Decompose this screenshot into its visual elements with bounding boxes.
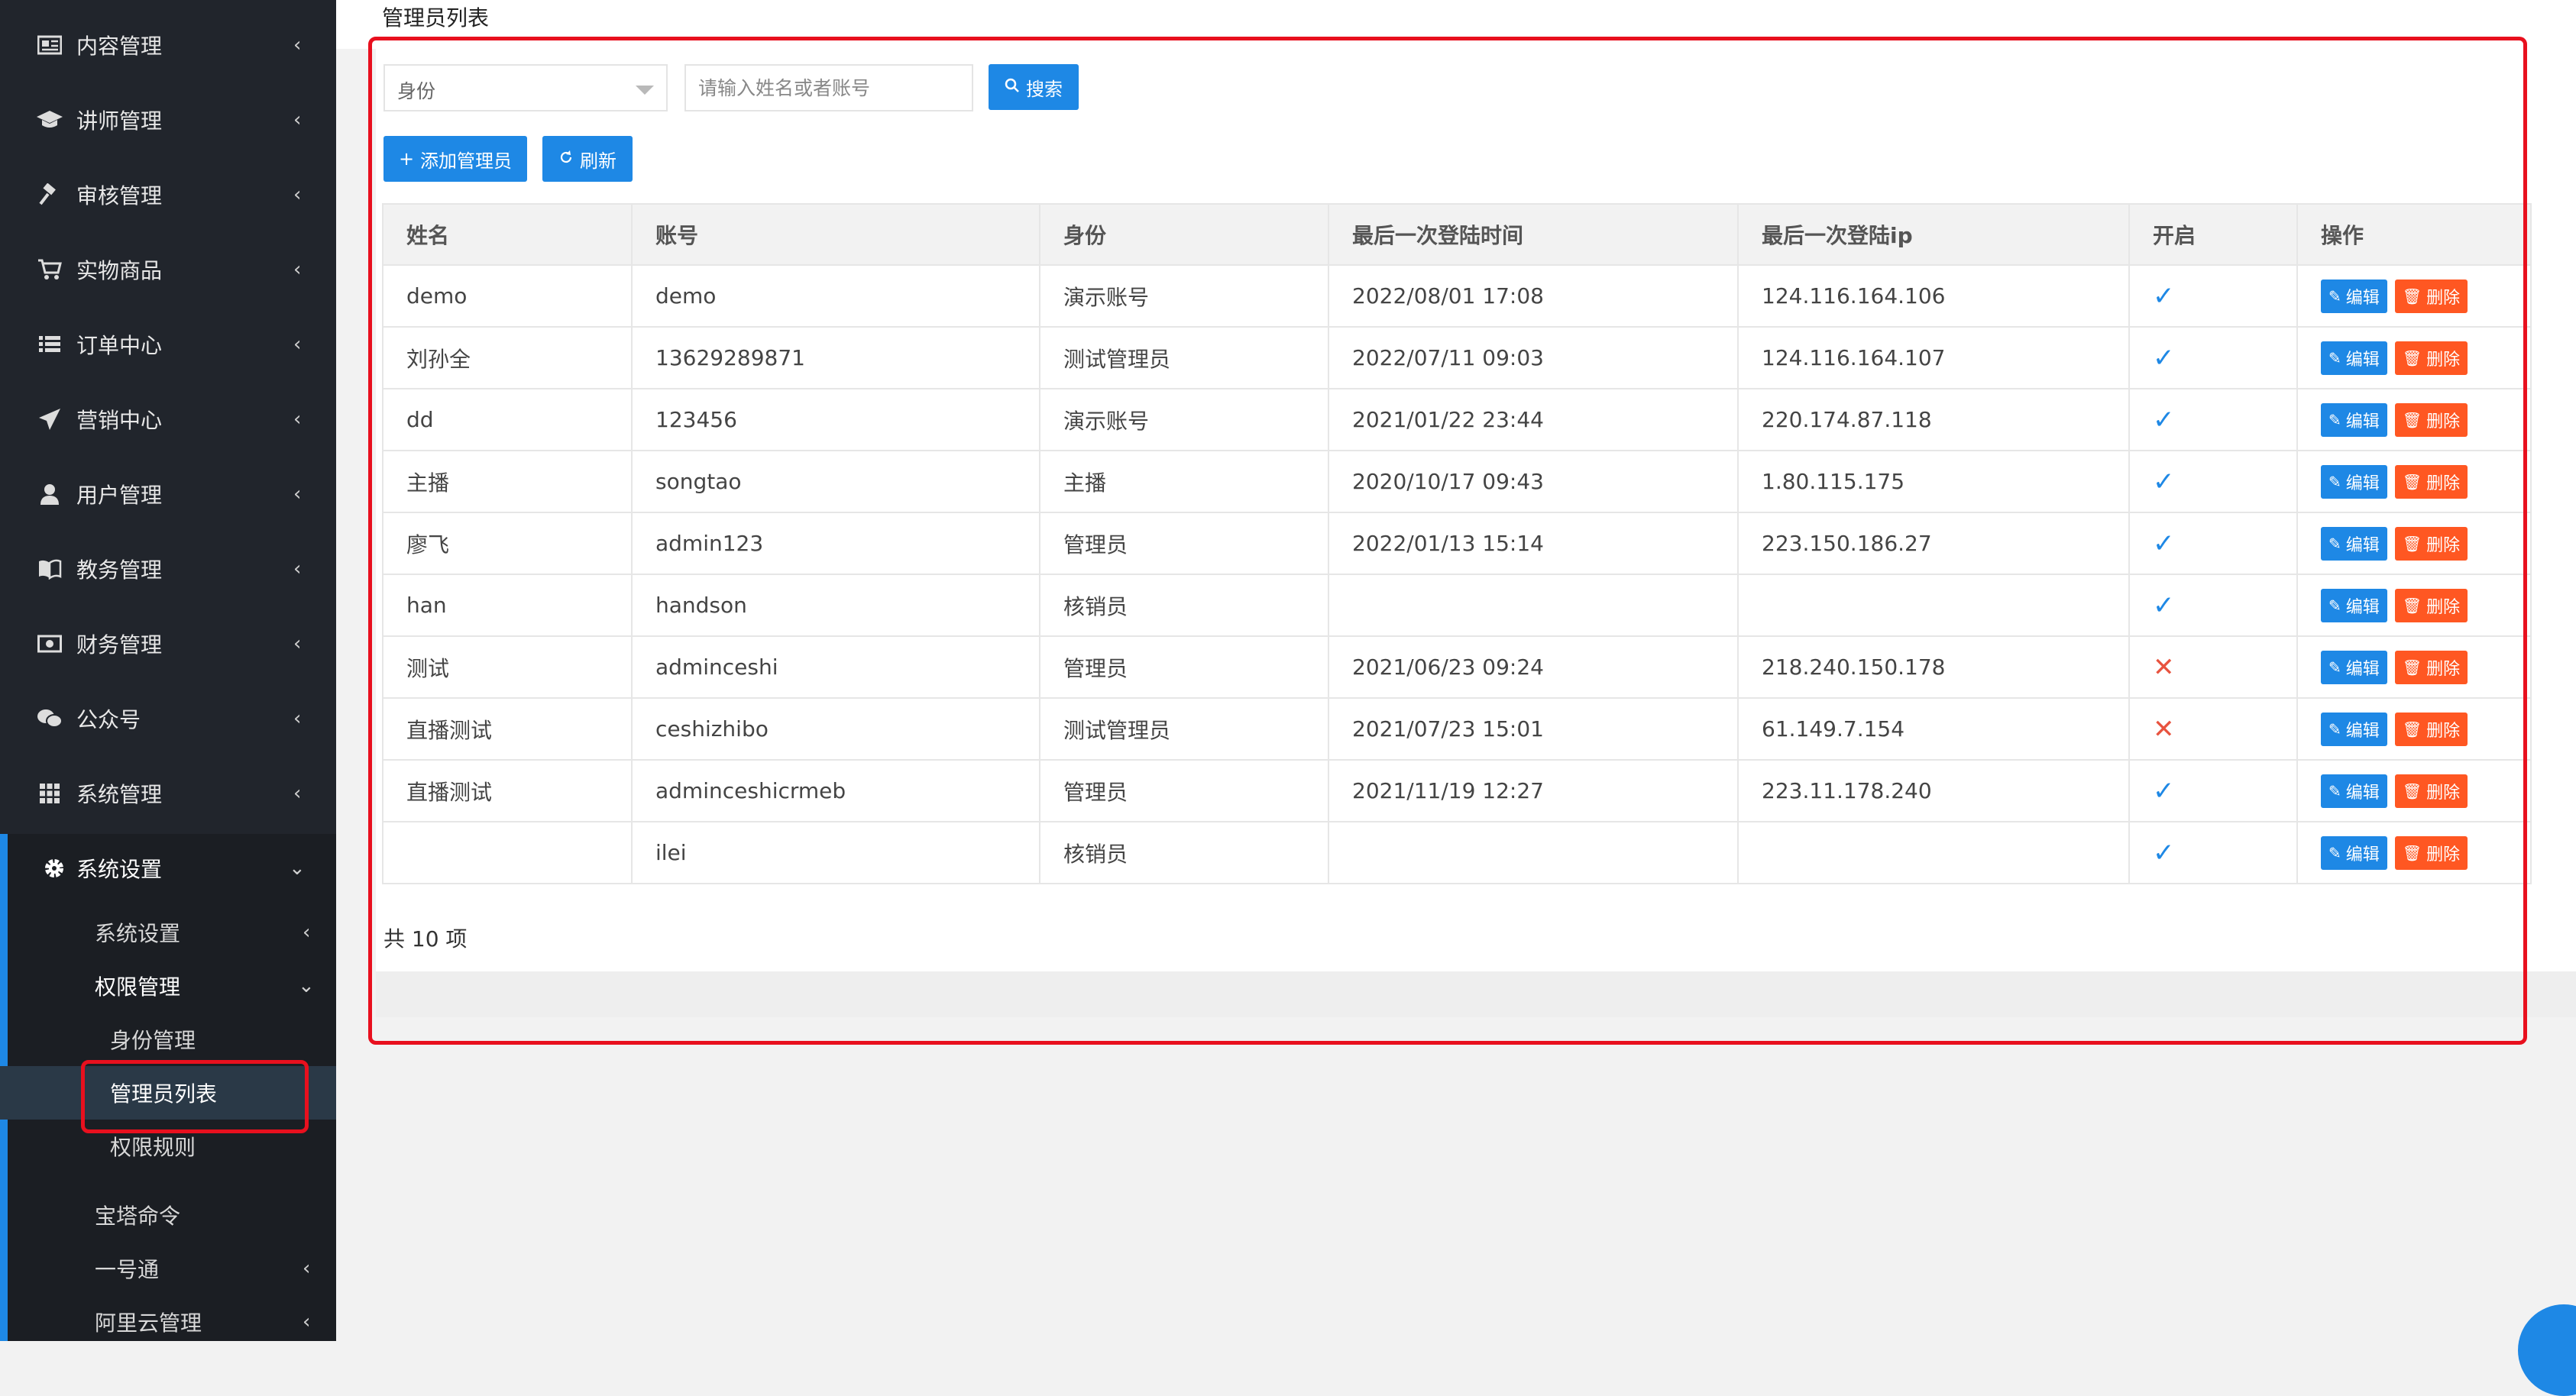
sidebar-item-label: 用户管理 [76,483,163,508]
chevron-left-icon: ‹ [293,557,302,580]
sidebar-item-system[interactable]: 系统管理 ‹ [0,756,336,831]
sidebar-item-marketing[interactable]: 营销中心 ‹ [0,382,336,457]
sidebar-item-content[interactable]: 内容管理 ‹ [0,8,336,82]
chevron-left-icon: ‹ [293,333,302,356]
submenu-label: 系统设置 [95,921,181,946]
send-icon [35,405,64,434]
chevron-left-icon: ‹ [293,108,302,131]
sidebar-item-review[interactable]: 审核管理 ‹ [0,157,336,232]
sidebar: 内容管理 ‹ 讲师管理 ‹ 审核管理 ‹ 实物商品 ‹ 订单中心 ‹ 营销中心 … [0,0,336,1341]
submenu-item-bt-command[interactable]: 宝塔命令 [0,1188,336,1242]
book-icon [35,554,64,583]
chevron-left-icon: ‹ [293,707,302,730]
grid-icon [35,779,64,808]
chevron-left-icon: ‹ [303,921,311,944]
sidebar-item-label: 公众号 [76,707,141,732]
sidebar-item-label: 系统管理 [76,782,163,807]
sidebar-item-settings[interactable]: 系统设置 ⌄ [0,831,336,906]
sidebar-item-academic[interactable]: 教务管理 ‹ [0,532,336,606]
sidebar-item-orders[interactable]: 订单中心 ‹ [0,307,336,382]
sidebar-item-label: 财务管理 [76,632,163,658]
sidebar-item-finance[interactable]: 财务管理 ‹ [0,606,336,681]
chevron-down-icon: ⌄ [289,857,306,880]
money-icon [35,629,64,658]
chevron-down-icon: ⌄ [298,974,315,997]
chevron-left-icon: ‹ [293,183,302,206]
sidebar-item-label: 内容管理 [76,34,163,59]
submenu-item-role[interactable]: 身份管理 [0,1013,336,1066]
chevron-left-icon: ‹ [303,1257,311,1280]
gavel-icon [35,180,64,209]
submenu-label: 身份管理 [110,1028,196,1053]
sidebar-item-teacher[interactable]: 讲师管理 ‹ [0,82,336,157]
submenu-item-system-settings[interactable]: 系统设置 ‹ [0,906,336,959]
user-icon [35,480,64,509]
gear-icon [40,854,69,883]
content-highlight-box [368,37,2527,1045]
submenu-label: 阿里云管理 [95,1310,202,1336]
newspaper-icon [35,31,64,60]
submenu-item-yihaotong[interactable]: 一号通 ‹ [0,1242,336,1295]
wechat-icon [35,704,64,733]
submenu-label: 权限管理 [95,974,181,1000]
graduation-cap-icon [35,105,64,134]
chevron-left-icon: ‹ [293,34,302,57]
sidebar-item-users[interactable]: 用户管理 ‹ [0,457,336,532]
chevron-left-icon: ‹ [293,408,302,431]
sidebar-item-label: 系统设置 [76,857,163,882]
page-title: 管理员列表 [382,5,490,31]
chevron-left-icon: ‹ [303,1310,311,1333]
submenu-item-permission[interactable]: 权限管理 ⌄ [0,959,336,1013]
sidebar-item-label: 营销中心 [76,408,163,433]
sidebar-item-label: 讲师管理 [76,108,163,134]
submenu-label: 一号通 [95,1257,160,1282]
chevron-left-icon: ‹ [293,258,302,281]
cart-icon [35,255,64,284]
submenu-item-aliyun[interactable]: 阿里云管理 ‹ [0,1295,336,1341]
sidebar-item-label: 订单中心 [76,333,163,358]
sidebar-item-label: 教务管理 [76,557,163,583]
sidebar-item-label: 审核管理 [76,183,163,208]
chevron-left-icon: ‹ [293,483,302,506]
sidebar-item-wechat[interactable]: 公众号 ‹ [0,681,336,756]
list-icon [35,330,64,359]
sidebar-highlight-box [81,1060,309,1133]
chevron-left-icon: ‹ [293,632,302,655]
submenu-label: 权限规则 [110,1135,196,1160]
sidebar-item-label: 实物商品 [76,258,163,283]
sidebar-item-goods[interactable]: 实物商品 ‹ [0,232,336,307]
submenu-label: 宝塔命令 [95,1204,181,1229]
chevron-left-icon: ‹ [293,782,302,805]
